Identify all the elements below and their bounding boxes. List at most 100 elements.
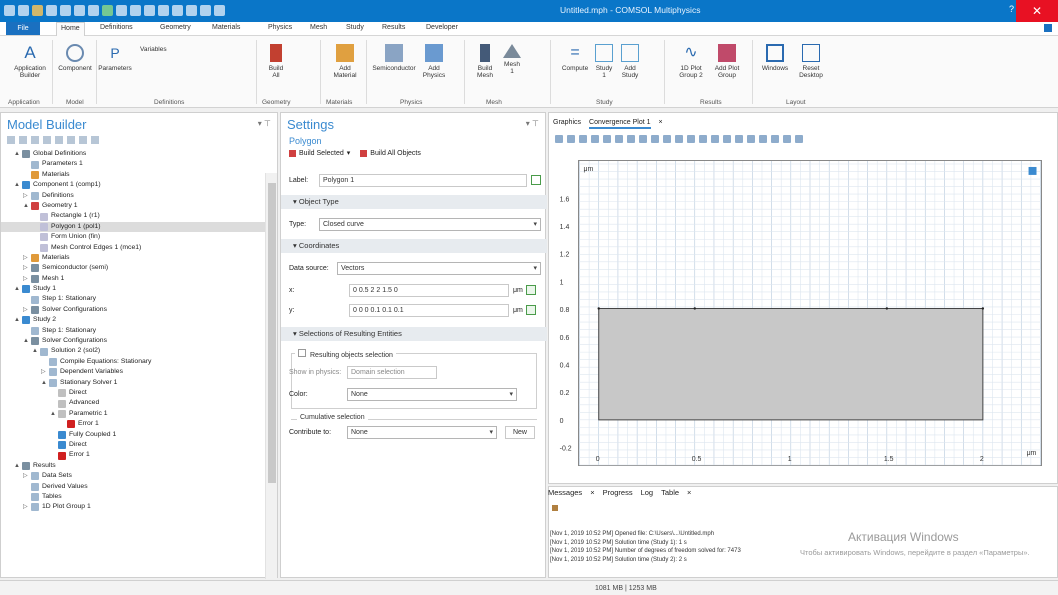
- tree-scrollbar[interactable]: [265, 173, 277, 579]
- tree-node[interactable]: ▷ Dependent Variables: [1, 367, 266, 377]
- data-source-select[interactable]: Vectors: [337, 261, 541, 275]
- application-builder-button[interactable]: A Application Builder: [10, 44, 50, 80]
- windows-icon[interactable]: [186, 5, 197, 16]
- tree-expander-icon[interactable]: ▲: [14, 149, 22, 159]
- y-input[interactable]: 0 0 0 0.1 0.1 0.1: [349, 303, 509, 317]
- tree-expander-icon[interactable]: ▷: [23, 191, 31, 201]
- reset-desktop-button[interactable]: Reset Desktop: [796, 44, 826, 79]
- tree-expander-icon[interactable]: ▲: [32, 346, 40, 356]
- tree-node[interactable]: Tables: [1, 492, 266, 502]
- tree-node[interactable]: Error 1: [1, 419, 266, 429]
- tree-node[interactable]: ▲ Geometry 1: [1, 201, 266, 211]
- deselect-icon[interactable]: [675, 135, 683, 143]
- back-icon[interactable]: [7, 136, 15, 144]
- select-icon[interactable]: [615, 135, 623, 143]
- tree-node[interactable]: Advanced: [1, 398, 266, 408]
- mesh-button[interactable]: Mesh 1: [500, 44, 524, 75]
- tree-expander-icon[interactable]: ▷: [23, 305, 31, 315]
- polygon-vertex[interactable]: [981, 307, 985, 310]
- tree-options-icon[interactable]: [91, 136, 99, 144]
- zoom-in-icon[interactable]: [555, 135, 563, 143]
- plot-group-button[interactable]: ∿ 1D Plot Group 2: [674, 44, 708, 79]
- select-all-icon[interactable]: [663, 135, 671, 143]
- tab-convergence-plot[interactable]: Convergence Plot 1: [589, 119, 651, 129]
- tree-node[interactable]: ▲ Solver Configurations: [1, 336, 266, 346]
- polygon-vertex[interactable]: [885, 307, 889, 310]
- up-icon[interactable]: [31, 136, 39, 144]
- tab-progress[interactable]: Progress: [603, 488, 633, 497]
- hide-icon[interactable]: [687, 135, 695, 143]
- tree-node[interactable]: ▷ Solver Configurations: [1, 305, 266, 315]
- tree-node[interactable]: Rectangle 1 (r1): [1, 211, 266, 221]
- layout-icon[interactable]: [200, 5, 211, 16]
- new-icon[interactable]: [18, 5, 29, 16]
- tree-node[interactable]: ▷ Materials: [1, 253, 266, 263]
- wireframe-icon[interactable]: [711, 135, 719, 143]
- tree-node[interactable]: ▲ Component 1 (comp1): [1, 180, 266, 190]
- polygon-vertex[interactable]: [693, 307, 696, 310]
- tree-expander-icon[interactable]: ▲: [41, 378, 49, 388]
- tree-expander-icon[interactable]: ▲: [23, 336, 31, 346]
- tree-expander-icon[interactable]: ▲: [14, 315, 22, 325]
- compute-icon[interactable]: [172, 5, 183, 16]
- dropdown-icon[interactable]: [214, 5, 225, 16]
- tree-node[interactable]: Error 1: [1, 450, 266, 460]
- forward-icon[interactable]: [19, 136, 27, 144]
- tab-study[interactable]: Study: [346, 24, 364, 31]
- zoom-box-icon[interactable]: [579, 135, 587, 143]
- build-all-objects-button[interactable]: Build All Objects: [360, 149, 421, 157]
- light-icon[interactable]: [759, 135, 767, 143]
- tab-definitions[interactable]: Definitions: [100, 24, 133, 31]
- resulting-objects-checkbox[interactable]: [298, 349, 306, 357]
- tree-node[interactable]: Step 1: Stationary: [1, 326, 266, 336]
- add-physics-button[interactable]: Add Physics: [420, 44, 448, 79]
- tree-expander-icon[interactable]: ▲: [50, 409, 58, 419]
- paste-icon[interactable]: [116, 5, 127, 16]
- clear-messages-icon[interactable]: [552, 505, 558, 511]
- tree-node[interactable]: ▷ 1D Plot Group 1: [1, 502, 266, 512]
- tab-home[interactable]: Home: [56, 22, 85, 36]
- show-labels-icon[interactable]: [699, 135, 707, 143]
- tree-node[interactable]: ▲ Stationary Solver 1: [1, 378, 266, 388]
- tab-file[interactable]: File: [6, 22, 40, 35]
- build-mesh-button[interactable]: Build Mesh: [472, 44, 498, 79]
- pan-icon[interactable]: [603, 135, 611, 143]
- table-icon[interactable]: [525, 305, 536, 315]
- tree-node[interactable]: ▲ Parametric 1: [1, 409, 266, 419]
- tree-node[interactable]: ▷ Data Sets: [1, 471, 266, 481]
- tree-node[interactable]: ▷ Mesh 1: [1, 274, 266, 284]
- select-domain-icon[interactable]: [627, 135, 635, 143]
- add-plot-group-button[interactable]: Add Plot Group: [710, 44, 744, 79]
- view-cube-icon[interactable]: [1028, 166, 1037, 175]
- scrollbar-thumb[interactable]: [268, 183, 276, 483]
- redo-icon[interactable]: [88, 5, 99, 16]
- tree-node[interactable]: Polygon 1 (pol1): [1, 221, 266, 233]
- tree-node[interactable]: ▲ Global Definitions: [1, 149, 266, 159]
- close-tab-icon[interactable]: ×: [687, 488, 691, 497]
- tree-node[interactable]: Parameters 1: [1, 159, 266, 169]
- print-icon[interactable]: [60, 5, 71, 16]
- tree-expander-icon[interactable]: ▷: [23, 471, 31, 481]
- tree-node[interactable]: Materials: [1, 170, 266, 180]
- table-icon[interactable]: [525, 285, 536, 295]
- tree-expander-icon[interactable]: ▲: [14, 461, 22, 471]
- section-selections[interactable]: ▾ Selections of Resulting Entities: [281, 327, 547, 341]
- color-select[interactable]: None: [347, 387, 517, 401]
- tree-expander-icon[interactable]: ▷: [41, 367, 49, 377]
- tab-table[interactable]: Table: [661, 488, 679, 497]
- transparency-icon[interactable]: [723, 135, 731, 143]
- down-icon[interactable]: [43, 136, 51, 144]
- expand-icon[interactable]: [79, 136, 87, 144]
- tree-node[interactable]: Direct: [1, 440, 266, 450]
- tree-node[interactable]: Step 1: Stationary: [1, 294, 266, 304]
- tab-developer[interactable]: Developer: [426, 24, 458, 31]
- pin-icon[interactable]: ▾ ⊤: [258, 119, 271, 128]
- label-input[interactable]: Polygon 1: [319, 173, 527, 187]
- add-study-button[interactable]: Add Study: [618, 44, 642, 79]
- tree-node[interactable]: Mesh Control Edges 1 (mce1): [1, 243, 266, 253]
- tree-node[interactable]: Form Union (fin): [1, 232, 266, 242]
- x-input[interactable]: 0 0.5 2 2 1.5 0: [349, 283, 509, 297]
- tree-node[interactable]: Fully Coupled 1: [1, 430, 266, 440]
- help-icon[interactable]: [1044, 24, 1052, 32]
- open-icon[interactable]: [32, 5, 43, 16]
